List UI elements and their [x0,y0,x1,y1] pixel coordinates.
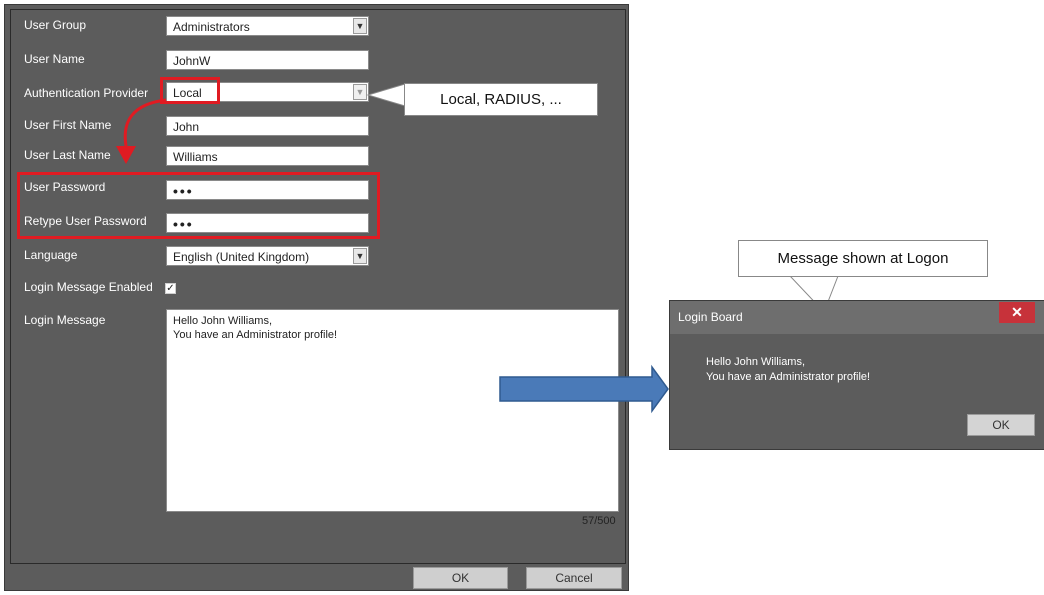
ok-button[interactable]: OK [413,567,508,589]
last-name-input[interactable]: Williams [166,146,369,166]
dialog-ok-button[interactable]: OK [967,414,1035,436]
chevron-down-icon[interactable]: ▼ [353,18,367,34]
dialog-message-line: Hello John Williams, [706,356,806,368]
dialog-message-line: You have an Administrator profile! [706,371,871,383]
logon-callout: Message shown at Logon [738,240,988,277]
user-name-label: User Name [24,52,85,66]
language-label: Language [24,248,78,262]
user-group-select[interactable]: Administrators ▼ [166,16,369,36]
user-group-label: User Group [24,18,87,32]
close-icon[interactable]: ✕ [999,302,1035,323]
user-group-value: Administrators [173,20,250,34]
login-message-label: Login Message [24,313,106,327]
dialog-title: Login Board [670,301,1044,334]
first-name-input[interactable]: John [166,116,369,136]
auth-provider-label: Authentication Provider [24,86,149,100]
language-select[interactable]: English (United Kingdom) ▼ [166,246,369,266]
chevron-down-icon[interactable]: ▼ [353,84,367,100]
chevron-down-icon[interactable]: ▼ [353,248,367,264]
login-message-textarea[interactable]: Hello John Williams, You have an Adminis… [166,309,619,512]
login-message-enabled-checkbox[interactable]: ✓ [165,283,176,294]
login-message-line: You have an Administrator profile! [173,329,338,341]
cancel-button[interactable]: Cancel [526,567,622,589]
last-name-label: User Last Name [24,148,111,162]
first-name-label: User First Name [24,118,112,132]
providers-callout: Local, RADIUS, ... [404,83,598,116]
character-counter: 57/500 [582,515,616,527]
login-board-dialog: Login Board ✕ Hello John Williams, You h… [669,300,1044,450]
checkmark-icon: ✓ [166,283,175,294]
dialog-message: Hello John Williams, You have an Adminis… [706,355,870,385]
language-value: English (United Kingdom) [173,250,310,264]
login-message-enabled-label: Login Message Enabled [24,280,153,294]
auth-provider-highlight [160,77,220,104]
user-name-input[interactable]: JohnW [166,50,369,70]
login-message-line: Hello John Williams, [173,315,273,327]
password-highlight [17,172,380,239]
